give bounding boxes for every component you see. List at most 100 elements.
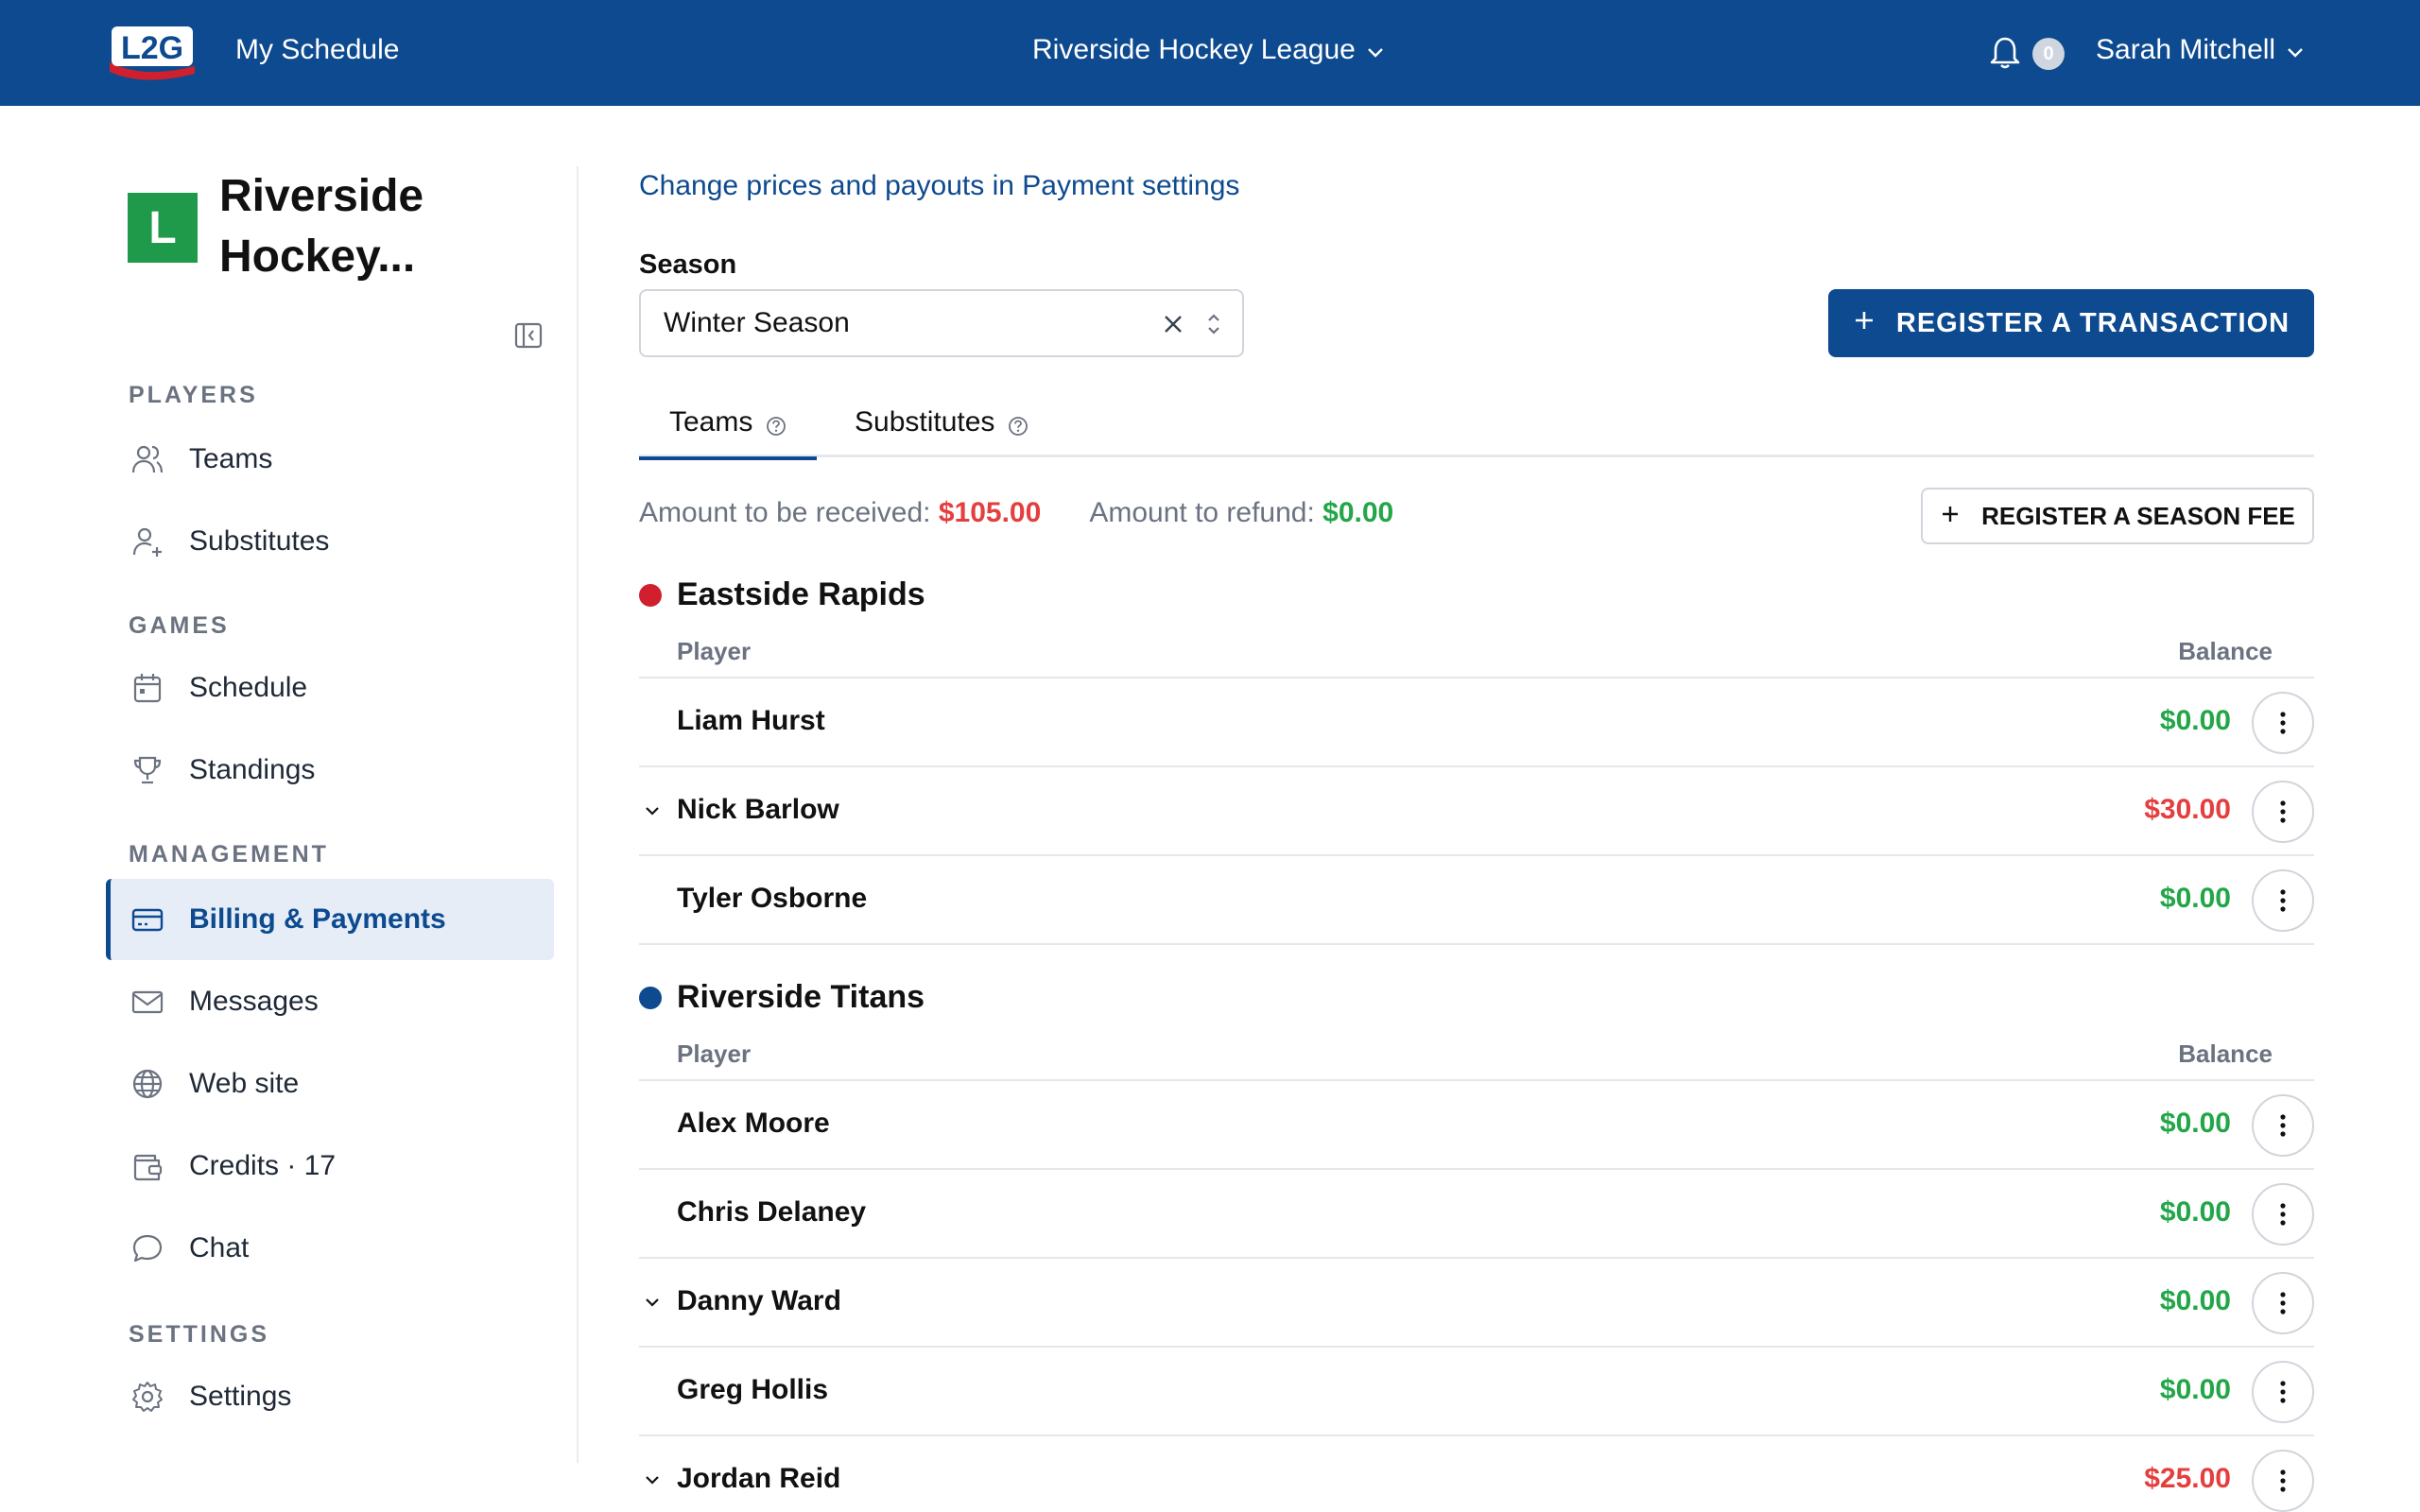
section-label-management: MANAGEMENT [129,841,329,868]
player-name[interactable]: Greg Hollis [677,1374,828,1406]
close-icon[interactable] [1161,312,1185,336]
more-vertical-icon [2280,889,2286,912]
team-name: Riverside Titans [677,979,925,1015]
sidebar-item-label: Credits · 17 [189,1150,337,1181]
sidebar-item-schedule[interactable]: Schedule [106,647,554,729]
sidebar-item-billing[interactable]: Billing & Payments [106,879,554,960]
credit-card-icon [129,901,166,938]
my-schedule-link[interactable]: My Schedule [235,34,399,66]
more-vertical-icon [2280,1203,2286,1226]
app-logo[interactable]: L2G [106,19,199,83]
more-options-button[interactable] [2252,869,2314,932]
more-options-button[interactable] [2252,1094,2314,1157]
more-options-button[interactable] [2252,781,2314,843]
more-options-button[interactable] [2252,1183,2314,1246]
user-plus-icon [129,523,166,560]
register-transaction-label: REGISTER A TRANSACTION [1895,307,2290,338]
gear-icon [129,1378,166,1416]
help-circle-icon[interactable] [766,412,786,436]
team-header: Riverside Titans [639,979,925,1016]
player-balance: $0.00 [2159,1374,2231,1405]
chevron-down-icon[interactable] [641,1291,664,1314]
column-header-balance: Balance [2178,1040,2273,1068]
player-name[interactable]: Tyler Osborne [677,883,867,915]
sidebar-item-standings[interactable]: Standings [106,730,554,811]
player-balance: $0.00 [2159,883,2231,914]
table-header: Player Balance [639,626,2314,679]
amount-refund-value: $0.00 [1322,497,1394,528]
sidebar-item-messages[interactable]: Messages [106,961,554,1042]
chevron-down-icon [1367,34,1384,66]
player-name[interactable]: Nick Barlow [677,794,839,826]
more-vertical-icon [2280,712,2286,734]
player-balance: $0.00 [2159,1285,2231,1316]
player-balance: $30.00 [2144,794,2231,825]
player-name[interactable]: Alex Moore [677,1108,830,1140]
calendar-icon [129,669,166,707]
column-header-player: Player [677,637,752,665]
section-label-players: PLAYERS [129,382,258,408]
sidebar-item-substitutes[interactable]: Substitutes [106,501,554,582]
table-row: Danny Ward $0.00 [639,1259,2314,1348]
chevron-up-down-icon[interactable] [1204,310,1223,338]
player-name[interactable]: Jordan Reid [677,1463,840,1495]
tab-substitutes[interactable]: Substitutes [855,399,1028,446]
sidebar-item-label: Standings [189,754,316,785]
league-selector[interactable]: Riverside Hockey League [1032,34,1384,66]
sidebar-item-label: Settings [189,1381,292,1412]
more-vertical-icon [2280,1292,2286,1314]
chevron-down-icon[interactable] [641,1469,664,1491]
wallet-icon [129,1147,166,1185]
more-options-button[interactable] [2252,1272,2314,1334]
mail-icon [129,983,166,1021]
svg-text:L2G: L2G [121,30,183,66]
payment-settings-link[interactable]: Change prices and payouts in Payment set… [639,170,1239,202]
plus-icon [1940,502,1961,531]
sidebar-item-settings[interactable]: Settings [106,1356,554,1437]
sidebar-item-label: Schedule [189,672,308,703]
player-name[interactable]: Danny Ward [677,1285,841,1317]
sidebar-divider [577,166,579,1463]
user-name: Sarah Mitchell [2096,34,2276,65]
more-vertical-icon [2280,800,2286,823]
help-circle-icon[interactable] [1008,412,1028,436]
season-select[interactable]: Winter Season [639,289,1244,357]
sidebar-item-chat[interactable]: Chat [106,1208,554,1289]
sidebar-item-website[interactable]: Web site [106,1043,554,1125]
register-season-fee-label: REGISTER A SEASON FEE [1981,501,2295,530]
globe-icon [129,1065,166,1103]
tab-teams[interactable]: Teams [638,399,818,460]
notification-count-badge[interactable]: 0 [2032,38,2065,70]
table-header: Player Balance [639,1028,2314,1081]
amount-received-label: Amount to be received: [639,497,931,528]
table-row: Tyler Osborne $0.00 [639,856,2314,945]
register-season-fee-button[interactable]: REGISTER A SEASON FEE [1921,488,2314,544]
player-balance: $0.00 [2159,1196,2231,1228]
user-menu[interactable]: Sarah Mitchell [2096,34,2304,66]
sidebar-item-credits[interactable]: Credits · 17 [106,1125,554,1207]
bell-icon[interactable] [1989,36,2021,70]
top-navbar: L2G My Schedule Riverside Hockey League … [0,0,2420,106]
player-balance: $0.00 [2159,1108,2231,1139]
sidebar-collapse-icon[interactable] [514,321,543,350]
more-options-button[interactable] [2252,1450,2314,1512]
player-name[interactable]: Chris Delaney [677,1196,866,1228]
org-name: Riverside Hockey... [219,171,424,282]
plus-icon [1853,308,1876,339]
sidebar-item-teams[interactable]: Teams [106,419,554,500]
table-row: Greg Hollis $0.00 [639,1348,2314,1436]
sidebar-item-label: Messages [189,986,319,1017]
amount-refund-label: Amount to refund: [1089,497,1315,528]
column-header-player: Player [677,1040,752,1068]
chat-bubble-icon [129,1229,166,1267]
chevron-down-icon[interactable] [641,799,664,822]
more-vertical-icon [2280,1114,2286,1137]
tab-label: Teams [669,406,753,438]
register-transaction-button[interactable]: REGISTER A TRANSACTION [1828,289,2314,357]
section-label-games: GAMES [129,612,230,639]
trophy-icon [129,751,166,789]
more-options-button[interactable] [2252,692,2314,754]
player-name[interactable]: Liam Hurst [677,705,825,737]
amount-summary: Amount to be received: $105.00 Amount to… [639,497,1393,529]
more-options-button[interactable] [2252,1361,2314,1423]
